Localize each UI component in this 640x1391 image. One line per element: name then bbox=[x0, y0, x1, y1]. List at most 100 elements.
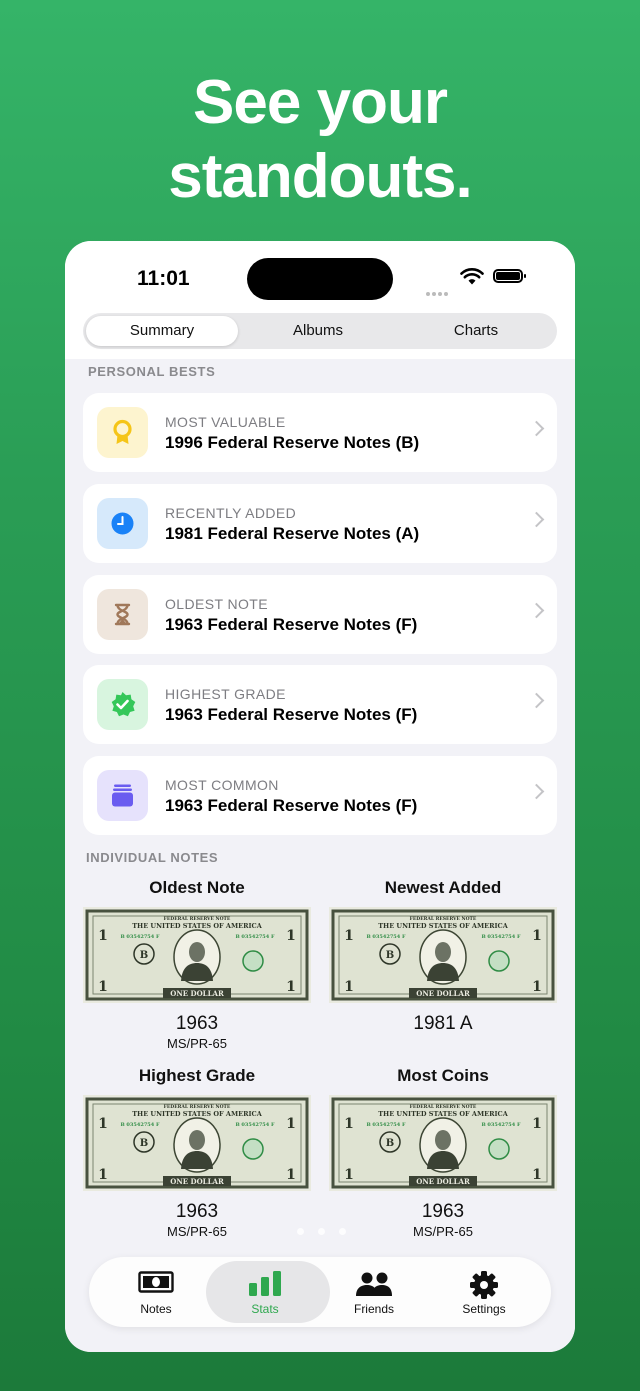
denomination-text: ONE DOLLAR bbox=[416, 1177, 470, 1186]
corner-value: 1 bbox=[344, 1167, 354, 1183]
corner-value: 1 bbox=[344, 979, 354, 995]
battery-icon bbox=[493, 269, 526, 283]
status-and-segment-bar: 11:01 Summary Albums Charts bbox=[65, 241, 575, 359]
note-tile-newest[interactable]: Newest Added FEDERAL RESERVE NOTE THE UNI… bbox=[328, 878, 558, 1036]
headline-line-1: See your bbox=[193, 68, 448, 137]
tab-stats[interactable]: Stats bbox=[206, 1257, 330, 1327]
people-icon bbox=[356, 1272, 392, 1296]
gear-icon bbox=[470, 1271, 498, 1299]
corner-value: 1 bbox=[98, 1116, 108, 1132]
tab-label: Settings bbox=[462, 1302, 506, 1316]
personal-best-recently-added[interactable]: RECENTLY ADDED 1981 Federal Reserve Note… bbox=[83, 484, 557, 563]
tab-label: Friends bbox=[353, 1302, 394, 1316]
personal-best-oldest-note[interactable]: OLDEST NOTE 1963 Federal Reserve Notes (… bbox=[83, 575, 557, 654]
note-grade: MS/PR-65 bbox=[167, 1224, 227, 1239]
dollar-bill-image: FEDERAL RESERVE NOTE THE UNITED STATES OF… bbox=[329, 1095, 557, 1191]
dollar-bill-image: FEDERAL RESERVE NOTE THE UNITED STATES OF… bbox=[83, 907, 311, 1003]
card-subtitle: HIGHEST GRADE bbox=[165, 686, 286, 702]
treasury-seal bbox=[242, 1138, 264, 1160]
bill-country-text: THE UNITED STATES OF AMERICA bbox=[132, 1110, 262, 1118]
corner-value: 1 bbox=[98, 979, 108, 995]
corner-value: 1 bbox=[532, 1167, 542, 1183]
clock-icon bbox=[97, 498, 148, 549]
personal-best-highest-grade[interactable]: HIGHEST GRADE 1963 Federal Reserve Notes… bbox=[83, 665, 557, 744]
corner-value: 1 bbox=[286, 979, 296, 995]
note-year: 1963 bbox=[175, 1013, 219, 1034]
serial-number-left: B 03542754 F bbox=[120, 1122, 160, 1128]
note-tile-label: Oldest Note bbox=[149, 878, 245, 897]
serial-number-left: B 03542754 F bbox=[120, 934, 160, 940]
note-tile-highest-grade[interactable]: Highest Grade FEDERAL RESERVE NOTE THE UN… bbox=[82, 1066, 312, 1239]
verified-badge-icon bbox=[97, 679, 148, 730]
corner-value: 1 bbox=[286, 928, 296, 944]
note-tile-oldest[interactable]: Oldest Note FEDERAL RESERVE NOTE THE UNIT… bbox=[82, 878, 312, 1051]
chevron-right-icon bbox=[528, 783, 545, 800]
portrait-head bbox=[189, 1130, 205, 1150]
corner-value: 1 bbox=[98, 928, 108, 944]
dollar-bill-image: FEDERAL RESERVE NOTE THE UNITED STATES OF… bbox=[329, 907, 557, 1003]
corner-value: 1 bbox=[344, 1116, 354, 1132]
serial-number-right: B 03542754 F bbox=[481, 1122, 521, 1128]
tab-friends[interactable]: Friends bbox=[319, 1257, 429, 1327]
portrait-head bbox=[435, 942, 451, 962]
corner-value: 1 bbox=[532, 979, 542, 995]
card-title: 1981 Federal Reserve Notes (A) bbox=[165, 524, 420, 543]
card-title: 1996 Federal Reserve Notes (B) bbox=[165, 433, 420, 452]
card-subtitle: OLDEST NOTE bbox=[165, 596, 268, 612]
card-subtitle: MOST COMMON bbox=[165, 777, 279, 793]
personal-best-most-common[interactable]: MOST COMMON 1963 Federal Reserve Notes (… bbox=[83, 756, 557, 835]
note-year: 1963 bbox=[175, 1201, 219, 1222]
headline-line-2: standouts. bbox=[168, 142, 472, 211]
card-subtitle: RECENTLY ADDED bbox=[165, 505, 297, 521]
corner-value: 1 bbox=[98, 1167, 108, 1183]
note-year: 1963 bbox=[421, 1201, 465, 1222]
corner-value: 1 bbox=[344, 928, 354, 944]
treasury-seal bbox=[488, 1138, 510, 1160]
denomination-text: ONE DOLLAR bbox=[416, 989, 470, 998]
segment-summary[interactable]: Summary bbox=[86, 316, 238, 346]
headline: See your standouts. bbox=[0, 66, 640, 214]
segmented-control: Summary Albums Charts bbox=[83, 313, 557, 349]
dynamic-island bbox=[247, 258, 393, 300]
bill-country-text: THE UNITED STATES OF AMERICA bbox=[378, 922, 508, 930]
cellular-signal-icon bbox=[426, 283, 450, 301]
denomination-text: ONE DOLLAR bbox=[170, 989, 224, 998]
segment-albums[interactable]: Albums bbox=[243, 316, 393, 346]
portrait-head bbox=[189, 942, 205, 962]
serial-number-right: B 03542754 F bbox=[235, 934, 275, 940]
banknote-icon bbox=[138, 1271, 174, 1293]
note-grade: MS/PR-65 bbox=[413, 1224, 473, 1239]
segment-charts[interactable]: Charts bbox=[401, 316, 551, 346]
tab-bar: Notes Stats Friends Settings bbox=[89, 1257, 551, 1327]
page-indicator[interactable] bbox=[297, 1222, 360, 1240]
section-label-personal-bests: PERSONAL BESTS bbox=[88, 364, 216, 379]
card-title: 1963 Federal Reserve Notes (F) bbox=[165, 796, 418, 815]
card-title: 1963 Federal Reserve Notes (F) bbox=[165, 615, 418, 634]
personal-best-most-valuable[interactable]: MOST VALUABLE 1996 Federal Reserve Notes… bbox=[83, 393, 557, 472]
card-title: 1963 Federal Reserve Notes (F) bbox=[165, 705, 418, 724]
reserve-seal-letter: B bbox=[140, 950, 148, 961]
corner-value: 1 bbox=[532, 1116, 542, 1132]
corner-value: 1 bbox=[286, 1116, 296, 1132]
reserve-seal-letter: B bbox=[386, 950, 394, 961]
section-label-individual-notes: INDIVIDUAL NOTES bbox=[86, 850, 219, 865]
note-tile-most-coins[interactable]: Most Coins FEDERAL RESERVE NOTE THE UNITE… bbox=[328, 1066, 558, 1239]
tab-label: Notes bbox=[140, 1302, 172, 1316]
corner-value: 1 bbox=[286, 1167, 296, 1183]
serial-number-left: B 03542754 F bbox=[366, 934, 406, 940]
note-tile-label: Most Coins bbox=[397, 1066, 489, 1085]
tab-settings[interactable]: Settings bbox=[429, 1257, 539, 1327]
denomination-text: ONE DOLLAR bbox=[170, 1177, 224, 1186]
chevron-right-icon bbox=[528, 692, 545, 709]
card-subtitle: MOST VALUABLE bbox=[165, 414, 286, 430]
bill-country-text: THE UNITED STATES OF AMERICA bbox=[378, 1110, 508, 1118]
phone-screen: 11:01 Summary Albums Charts PERSONAL BES… bbox=[65, 241, 575, 1352]
wifi-icon bbox=[460, 268, 484, 285]
hourglass-icon bbox=[97, 589, 148, 640]
stack-icon bbox=[97, 770, 148, 821]
tab-notes[interactable]: Notes bbox=[101, 1257, 211, 1327]
bill-country-text: THE UNITED STATES OF AMERICA bbox=[132, 922, 262, 930]
note-grade: MS/PR-65 bbox=[167, 1036, 227, 1051]
corner-value: 1 bbox=[532, 928, 542, 944]
chevron-right-icon bbox=[528, 602, 545, 619]
